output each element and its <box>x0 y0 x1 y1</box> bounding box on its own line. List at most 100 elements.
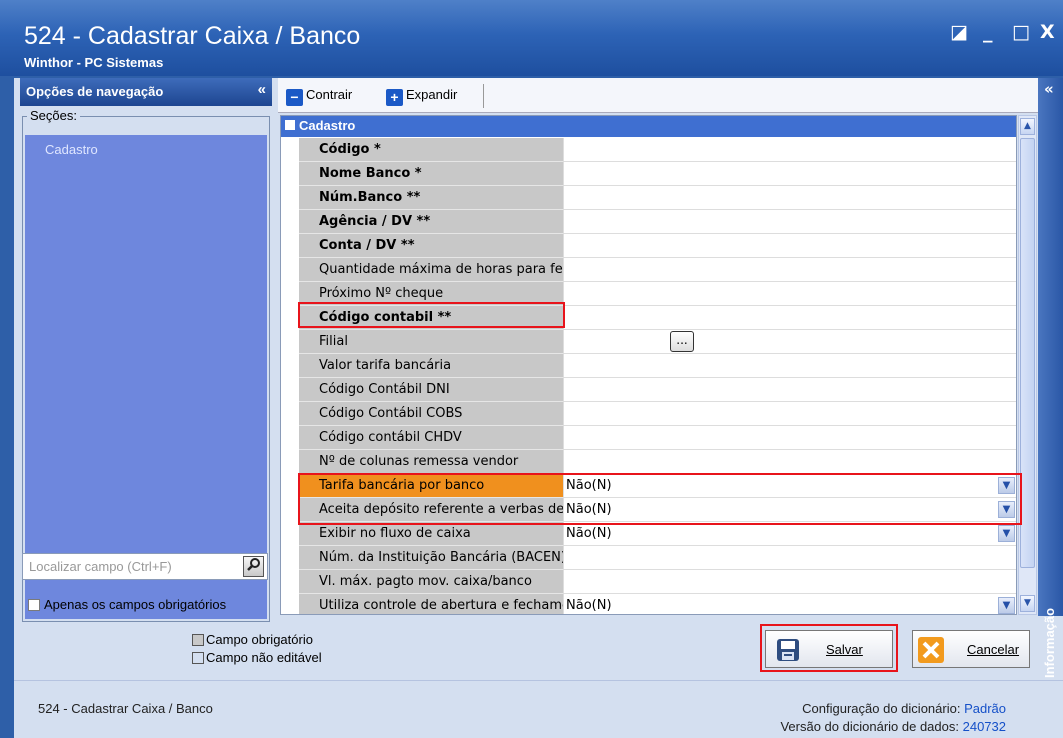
dictionary-config: Configuração do dicionário: Padrão <box>802 701 1006 716</box>
property-value-input[interactable] <box>563 306 1016 330</box>
only-required-checkbox-row[interactable]: Apenas os campos obrigatórios <box>28 597 226 612</box>
window-title: 524 - Cadastrar Caixa / Banco <box>24 22 361 50</box>
property-row[interactable]: Valor tarifa bancária <box>281 354 1016 378</box>
property-name: Código Contábil DNI <box>299 378 563 402</box>
row-gutter <box>281 282 299 306</box>
property-row[interactable]: Quantidade máxima de horas para fe <box>281 258 1016 282</box>
maximize-button[interactable]: □ <box>1012 22 1030 42</box>
scroll-up-icon[interactable]: ▲ <box>1020 118 1035 135</box>
property-row[interactable]: Código Contábil DNI <box>281 378 1016 402</box>
row-gutter <box>281 210 299 234</box>
property-value-input[interactable] <box>563 402 1016 426</box>
row-gutter <box>281 594 299 614</box>
navigation-panel: Opções de navegação « Seções: Cadastro <box>20 78 272 622</box>
row-gutter <box>281 498 299 522</box>
property-value-input[interactable] <box>563 210 1016 234</box>
property-value: Não(N) <box>566 526 612 541</box>
only-required-label: Apenas os campos obrigatórios <box>44 597 227 612</box>
property-row[interactable]: Conta / DV ** <box>281 234 1016 258</box>
property-row[interactable]: Código contábil CHDV <box>281 426 1016 450</box>
grid-scrollbar[interactable]: ▲ ▼ <box>1018 115 1037 615</box>
property-row[interactable]: Núm. da Instituição Bancária (BACEN) <box>281 546 1016 570</box>
property-name: Exibir no fluxo de caixa <box>299 522 563 546</box>
property-select[interactable]: Não(N) ▼ <box>563 594 1016 614</box>
chevron-down-icon[interactable]: ▼ <box>998 597 1015 614</box>
section-item-cadastro[interactable]: Cadastro <box>45 142 98 157</box>
only-required-checkbox[interactable] <box>28 599 40 611</box>
expand-button[interactable]: + Expandir <box>386 87 457 106</box>
property-row[interactable]: Utiliza controle de abertura e fechame Nã… <box>281 594 1016 614</box>
property-value-input[interactable]: ... <box>563 330 1016 354</box>
minimize-button[interactable]: _ <box>983 22 993 42</box>
property-name: Código Contábil COBS <box>299 402 563 426</box>
property-value-input[interactable] <box>563 258 1016 282</box>
property-row[interactable]: Exibir no fluxo de caixa Não(N) ▼ <box>281 522 1016 546</box>
scroll-down-icon[interactable]: ▼ <box>1020 595 1035 612</box>
plus-icon: + <box>386 89 403 106</box>
search-input[interactable]: Localizar campo (Ctrl+F) <box>29 559 172 574</box>
row-gutter <box>281 570 299 594</box>
annotation-box-codigo-contabil <box>298 302 565 328</box>
property-select[interactable]: Não(N) ▼ <box>563 522 1016 546</box>
footer-routine-name: 524 - Cadastrar Caixa / Banco <box>38 701 213 716</box>
property-name: Vl. máx. pagto mov. caixa/banco <box>299 570 563 594</box>
property-row[interactable]: Nº de colunas remessa vendor <box>281 450 1016 474</box>
legend-required: Campo obrigatório <box>192 631 322 649</box>
status-footer: 524 - Cadastrar Caixa / Banco Configuraç… <box>14 680 1063 738</box>
property-value-input[interactable] <box>563 450 1016 474</box>
save-button[interactable]: Salvar <box>765 630 893 668</box>
property-value-input[interactable] <box>563 162 1016 186</box>
expand-info-icon[interactable]: « <box>1044 80 1054 98</box>
collapse-label: Contrair <box>306 87 353 102</box>
row-gutter <box>281 546 299 570</box>
property-name: Conta / DV ** <box>299 234 563 258</box>
property-value-input[interactable] <box>563 354 1016 378</box>
legend-not-editable: Campo não editável <box>192 649 322 667</box>
row-gutter <box>281 234 299 258</box>
row-gutter <box>281 330 299 354</box>
information-label: Informação <box>1042 607 1057 678</box>
collapse-button[interactable]: − Contrair <box>286 87 352 106</box>
cancel-button[interactable]: Cancelar <box>912 630 1030 668</box>
property-name: Quantidade máxima de horas para fe <box>299 258 563 282</box>
restore-icon[interactable]: ◪ <box>950 22 968 42</box>
property-value-input[interactable] <box>563 282 1016 306</box>
property-value-input[interactable] <box>563 546 1016 570</box>
property-row[interactable]: Código * <box>281 138 1016 162</box>
window-subtitle: Winthor - PC Sistemas <box>24 55 164 70</box>
chevron-down-icon[interactable]: ▼ <box>998 525 1015 542</box>
property-value-input[interactable] <box>563 186 1016 210</box>
cancel-label: Cancelar <box>967 642 1020 657</box>
dictionary-config-value: Padrão <box>964 701 1006 716</box>
property-row[interactable]: Código Contábil COBS <box>281 402 1016 426</box>
property-value-input[interactable] <box>563 426 1016 450</box>
property-name: Código contábil CHDV <box>299 426 563 450</box>
property-row[interactable]: Agência / DV ** <box>281 210 1016 234</box>
property-row[interactable]: Vl. máx. pagto mov. caixa/banco <box>281 570 1016 594</box>
dictionary-config-label: Configuração do dicionário: <box>802 701 961 716</box>
property-name: Agência / DV ** <box>299 210 563 234</box>
navigation-header-label: Opções de navegação <box>26 84 164 99</box>
property-value: Não(N) <box>566 598 612 613</box>
property-row[interactable]: Filial... <box>281 330 1016 354</box>
property-row[interactable]: Nome Banco * <box>281 162 1016 186</box>
row-gutter <box>281 354 299 378</box>
property-value-input[interactable] <box>563 138 1016 162</box>
required-swatch <box>192 634 204 646</box>
property-row[interactable]: Núm.Banco ** <box>281 186 1016 210</box>
property-value-input[interactable] <box>563 570 1016 594</box>
ellipsis-button[interactable]: ... <box>670 331 694 352</box>
collapse-nav-icon[interactable]: « <box>258 81 266 98</box>
scroll-thumb[interactable] <box>1020 138 1035 568</box>
collapse-category-icon[interactable] <box>285 120 295 130</box>
close-button[interactable]: X <box>1040 22 1055 42</box>
category-row[interactable]: Cadastro <box>281 116 1016 137</box>
row-gutter <box>281 450 299 474</box>
row-gutter <box>281 138 299 162</box>
search-icon[interactable] <box>243 556 264 577</box>
property-value-input[interactable] <box>563 378 1016 402</box>
save-label: Salvar <box>826 642 863 657</box>
property-name: Nº de colunas remessa vendor <box>299 450 563 474</box>
information-panel-strip[interactable]: « Informação <box>1038 78 1063 678</box>
property-value-input[interactable] <box>563 234 1016 258</box>
